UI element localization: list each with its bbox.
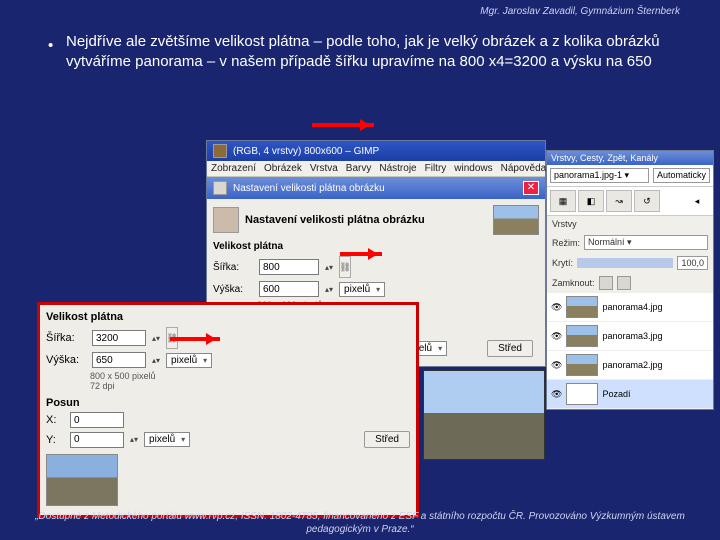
menu-obrazek[interactable]: Obrázek: [264, 163, 302, 174]
layers-panel: Vrstvy, Cesty, Zpět, Kanály panorama1.jp…: [546, 150, 714, 410]
tab-channels-icon[interactable]: ◧: [578, 190, 604, 212]
offset-unit-dropdown[interactable]: pixelů: [144, 432, 190, 447]
menu-barvy[interactable]: Barvy: [346, 163, 372, 174]
dialog-preview-thumb: [493, 205, 539, 235]
layer-item[interactable]: 👁 panorama2.jpg: [547, 351, 713, 380]
bullet-text: • Nejdříve ale zvětšíme velikost plátna …: [36, 32, 690, 73]
layer-thumb-icon: [566, 383, 598, 405]
lock-pixels-icon[interactable]: [599, 276, 613, 290]
footer-credit: „Dostupné z Metodického portálu www.rvp.…: [18, 511, 702, 536]
layer-item[interactable]: 👁 Pozadí: [547, 380, 713, 409]
gimp-title-text: (RGB, 4 vrstvy) 800x600 – GIMP: [233, 146, 379, 157]
resize-icon: [213, 181, 227, 195]
menu-windows[interactable]: windows: [454, 163, 492, 174]
eye-icon[interactable]: 👁: [551, 360, 562, 371]
zoom-unit-dropdown[interactable]: pixelů: [166, 353, 212, 368]
offset-x-label: X:: [46, 414, 64, 426]
layer-item[interactable]: 👁 panorama4.jpg: [547, 293, 713, 322]
lock-alpha-icon[interactable]: [617, 276, 631, 290]
canvas-dialog-title: Nastavení velikosti plátna obrázku: [233, 183, 385, 194]
tab-menu-icon[interactable]: ◂: [684, 190, 710, 212]
gimp-titlebar: (RGB, 4 vrstvy) 800x600 – GIMP: [207, 141, 545, 161]
spinner-icon[interactable]: ▴▾: [152, 334, 160, 343]
layer-item[interactable]: 👁 panorama3.jpg: [547, 322, 713, 351]
spinner-icon[interactable]: ▴▾: [130, 435, 138, 444]
offset-x-input[interactable]: [70, 412, 124, 428]
red-arrow-icon: [170, 337, 220, 341]
unit-dropdown[interactable]: pixelů: [339, 282, 385, 297]
red-arrow-icon: [340, 252, 382, 256]
layer-name: panorama2.jpg: [602, 360, 662, 370]
auto-button[interactable]: Automaticky: [653, 168, 710, 183]
mode-dropdown[interactable]: Normální ▾: [584, 235, 708, 250]
preview-thumb-icon: [46, 454, 118, 506]
spinner-icon[interactable]: ▴▾: [325, 263, 333, 272]
lock-label: Zamknout:: [552, 278, 595, 288]
zoom-height-input[interactable]: [92, 352, 146, 368]
spinner-icon[interactable]: ▴▾: [325, 285, 333, 294]
menu-nastroje[interactable]: Nástroje: [379, 163, 416, 174]
layer-list: 👁 panorama4.jpg 👁 panorama3.jpg 👁 panorama2…: [547, 293, 713, 409]
zoom-center-button[interactable]: Střed: [364, 431, 410, 448]
eye-icon[interactable]: 👁: [551, 389, 562, 400]
canvas-dialog-header: Nastavení velikosti plátna obrázku: [245, 214, 425, 226]
tab-undo-icon[interactable]: ↺: [634, 190, 660, 212]
zoom-height-label: Výška:: [46, 354, 86, 366]
tab-paths-icon[interactable]: ↝: [606, 190, 632, 212]
center-button[interactable]: Střed: [487, 340, 533, 357]
layers-section-label: Vrstvy: [547, 216, 713, 232]
zoom-posun-label: Posun: [46, 397, 410, 409]
opacity-slider[interactable]: [577, 258, 673, 268]
zoom-width-input[interactable]: [92, 330, 146, 346]
image-canvas-preview: [423, 370, 545, 460]
tab-layers-icon[interactable]: ▦: [550, 190, 576, 212]
gimp-menubar[interactable]: Zobrazení Obrázek Vrstva Barvy Nástroje …: [207, 161, 545, 177]
red-arrow-icon: [312, 123, 374, 127]
height-input[interactable]: [259, 281, 319, 297]
opacity-label: Krytí:: [552, 258, 573, 268]
opacity-value[interactable]: 100,0: [677, 256, 708, 270]
zoom-width-label: Šířka:: [46, 332, 86, 344]
chain-link-icon[interactable]: ⛓: [339, 256, 351, 278]
image-selector[interactable]: panorama1.jpg-1 ▾: [550, 168, 649, 183]
dock-tabs[interactable]: ▦ ◧ ↝ ↺ ◂: [547, 187, 713, 216]
width-input[interactable]: [259, 259, 319, 275]
mode-label: Režim:: [552, 238, 580, 248]
zoom-size-info: 800 x 500 pixelů72 dpi: [90, 371, 410, 391]
layer-thumb-icon: [566, 325, 598, 347]
layers-titlebar: Vrstvy, Cesty, Zpět, Kanály: [547, 151, 713, 165]
zoom-size-label: Velikost plátna: [46, 311, 410, 323]
gimp-icon: [213, 144, 227, 158]
dialog-icon: [213, 207, 239, 233]
layer-name: panorama4.jpg: [602, 302, 662, 312]
eye-icon[interactable]: 👁: [551, 302, 562, 313]
menu-filtry[interactable]: Filtry: [425, 163, 447, 174]
bullet-dot-icon: •: [48, 36, 53, 56]
menu-napoveda[interactable]: Nápověda: [501, 163, 547, 174]
layer-name: Pozadí: [602, 389, 630, 399]
height-label: Výška:: [213, 284, 253, 295]
layer-thumb-icon: [566, 296, 598, 318]
width-label: Šířka:: [213, 262, 253, 273]
attribution: Mgr. Jaroslav Zavadil, Gymnázium Šternbe…: [480, 6, 680, 17]
eye-icon[interactable]: 👁: [551, 331, 562, 342]
offset-y-input[interactable]: [70, 432, 124, 448]
layer-thumb-icon: [566, 354, 598, 376]
canvas-dialog-titlebar: Nastavení velikosti plátna obrázku ✕: [207, 177, 545, 199]
offset-y-label: Y:: [46, 434, 64, 446]
zoom-inset: Velikost plátna Šířka: ▴▾ ⛓ Výška: ▴▾ pi…: [37, 302, 419, 518]
layer-name: panorama3.jpg: [602, 331, 662, 341]
menu-zobrazeni[interactable]: Zobrazení: [211, 163, 256, 174]
close-icon[interactable]: ✕: [523, 181, 539, 195]
spinner-icon[interactable]: ▴▾: [152, 356, 160, 365]
menu-vrstva[interactable]: Vrstva: [310, 163, 338, 174]
canvas-preview: [46, 454, 410, 509]
